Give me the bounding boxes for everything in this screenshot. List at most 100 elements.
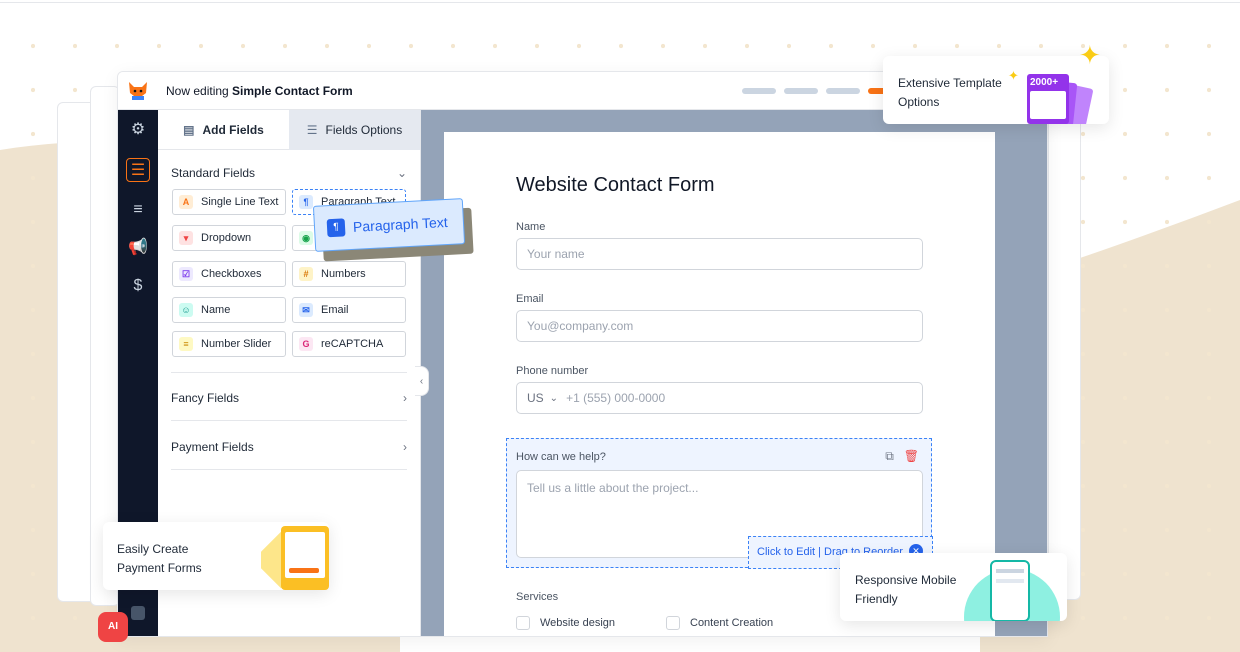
page-title: Now editing Simple Contact Form: [166, 84, 353, 98]
form-name: Simple Contact Form: [232, 84, 353, 98]
dragging-field-card[interactable]: ¶ Paragraph Text: [312, 198, 466, 252]
payment-text: Easily Create Payment Forms: [117, 540, 202, 578]
chevron-down-icon: ⌄: [549, 392, 559, 404]
progress-step-1: [742, 88, 776, 94]
mobile-line-2: Friendly: [855, 592, 898, 606]
tab-fields-options-label: Fields Options: [325, 123, 403, 137]
phone-placeholder: +1 (555) 000-0000: [566, 391, 666, 405]
field-label: Numbers: [321, 268, 366, 280]
phone-label: Phone number: [516, 365, 589, 377]
progress-step-2: [784, 88, 818, 94]
field-label: reCAPTCHA: [321, 338, 384, 350]
email-input[interactable]: You@company.com: [516, 310, 923, 342]
field-button-dropdown[interactable]: ▾ Dropdown: [172, 225, 286, 251]
mobile-line-1: Responsive Mobile: [855, 573, 957, 587]
megaphone-icon[interactable]: 📢: [126, 236, 150, 260]
field-button-numbers[interactable]: # Numbers: [292, 261, 406, 287]
field-label: Checkboxes: [201, 268, 262, 280]
name-label: Name: [516, 221, 546, 233]
checkbox-icon: ☑: [179, 267, 193, 281]
form-fields-icon[interactable]: ☰: [126, 158, 150, 182]
help-field-selected[interactable]: How can we help? ⧉ 🗑 Tell us a little ab…: [506, 438, 933, 569]
payment-form-icon: [261, 522, 329, 590]
tab-fields-options[interactable]: ☰ Fields Options: [289, 110, 420, 150]
user-icon: ☺: [179, 303, 193, 317]
phone-country-select[interactable]: US: [527, 391, 544, 405]
fox-logo-icon: [129, 82, 147, 100]
sparkle-icon-small: ✦: [1008, 68, 1019, 83]
chevron-right-icon: ›: [403, 391, 407, 405]
section-standard-fields[interactable]: Standard Fields ⌄: [171, 166, 407, 180]
recaptcha-icon: G: [299, 337, 313, 351]
divider: [171, 420, 407, 421]
form-title: Website Contact Form: [516, 174, 715, 196]
service-checkbox-2[interactable]: [666, 616, 680, 630]
field-button-name[interactable]: ☺ Name: [172, 297, 286, 323]
sparkle-icon: ✦: [1079, 40, 1101, 70]
section-fancy-fields[interactable]: Fancy Fields ›: [171, 391, 407, 405]
phone-illustration-icon: [960, 553, 1067, 621]
templates-badge: 2000+: [1030, 77, 1059, 88]
bottom-nav-icon[interactable]: [131, 606, 145, 620]
phone-input[interactable]: US ⌄ +1 (555) 000-0000: [516, 382, 923, 414]
name-placeholder: Your name: [527, 247, 585, 261]
trash-icon[interactable]: 🗑: [904, 449, 919, 464]
section-payment-fields[interactable]: Payment Fields ›: [171, 440, 407, 454]
templates-callout: Extensive Template Options 2000+: [883, 56, 1109, 124]
section-payment-label: Payment Fields: [171, 440, 254, 454]
name-input[interactable]: Your name: [516, 238, 923, 270]
field-label: Name: [201, 304, 231, 316]
divider: [171, 469, 407, 470]
sliders-icon: ☰: [306, 123, 318, 137]
sliders-icon[interactable]: ≡: [126, 198, 150, 222]
list-icon: ▤: [183, 122, 195, 137]
service-option-1: Website design: [540, 617, 616, 629]
field-label: Email: [321, 304, 349, 316]
text-icon: A: [179, 195, 193, 209]
field-label: Single Line Text: [201, 196, 279, 208]
field-label: Dropdown: [201, 232, 252, 244]
help-label: How can we help?: [516, 451, 606, 463]
ai-badge[interactable]: AI: [98, 612, 128, 642]
field-button-recaptcha[interactable]: GreCAPTCHA: [292, 331, 406, 357]
drag-card-label: Paragraph Text: [352, 213, 449, 235]
payment-line-2: Payment Forms: [117, 561, 202, 575]
collapse-panel-button[interactable]: ‹: [415, 366, 429, 396]
payment-line-1: Easily Create: [117, 542, 189, 556]
help-placeholder: Tell us a little about the project...: [527, 481, 699, 495]
service-option-2: Content Creation: [690, 617, 774, 629]
hash-icon: #: [299, 267, 313, 281]
service-checkbox-1[interactable]: [516, 616, 530, 630]
email-label: Email: [516, 293, 544, 305]
paragraph-icon: ¶: [299, 195, 313, 209]
section-fancy-label: Fancy Fields: [171, 391, 240, 405]
template-stack-icon: 2000+: [1027, 72, 1101, 124]
field-button-checkboxes[interactable]: ☑ Checkboxes: [172, 261, 286, 287]
title-prefix: Now editing: [166, 84, 229, 98]
field-button-single-line-text[interactable]: A Single Line Text: [172, 189, 286, 215]
mobile-text: Responsive Mobile Friendly: [855, 571, 956, 609]
templates-line-1: Extensive Template: [898, 76, 1002, 90]
services-label: Services: [516, 591, 559, 603]
email-placeholder: You@company.com: [527, 319, 634, 333]
chevron-down-icon: ⌄: [396, 166, 407, 180]
slider-icon: ≡: [179, 337, 193, 351]
field-button-email[interactable]: ✉ Email: [292, 297, 406, 323]
mobile-callout: Responsive Mobile Friendly: [840, 553, 1067, 621]
section-standard-label: Standard Fields: [171, 166, 256, 180]
dollar-icon[interactable]: $: [126, 274, 150, 298]
settings-icon[interactable]: ⚙: [126, 118, 150, 142]
tab-add-fields[interactable]: ▤ Add Fields: [158, 110, 289, 150]
duplicate-icon[interactable]: ⧉: [885, 449, 894, 464]
templates-line-2: Options: [898, 95, 940, 109]
panel-tabs: ▤ Add Fields ☰ Fields Options: [158, 110, 420, 150]
dropdown-icon: ▾: [179, 231, 193, 245]
field-label: Number Slider: [201, 338, 272, 350]
templates-text: Extensive Template Options: [898, 74, 1002, 112]
chevron-right-icon: ›: [403, 440, 407, 454]
field-button-number-slider[interactable]: ≡ Number Slider: [172, 331, 286, 357]
progress-step-3: [826, 88, 860, 94]
back-card-3: [1048, 100, 1081, 600]
paragraph-icon: ¶: [326, 218, 346, 238]
tab-add-fields-label: Add Fields: [202, 122, 264, 137]
